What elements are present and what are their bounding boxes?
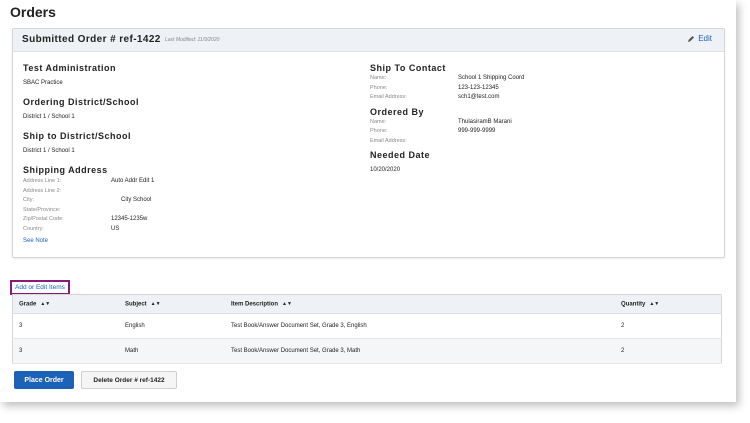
ordering-heading: Ordering District/School xyxy=(23,97,140,107)
needed-date-heading: Needed Date xyxy=(370,150,431,160)
order-details-left: Test Administration SBAC Practice Orderi… xyxy=(23,63,353,254)
cell-subject: English xyxy=(119,313,225,339)
page-title: Orders xyxy=(10,4,56,20)
contact-phone: Phone: 123-123-12345 xyxy=(370,84,499,91)
edit-label: Edit xyxy=(698,34,712,43)
add-edit-items-link[interactable]: Add or Edit Items xyxy=(10,280,70,295)
cell-grade: 3 xyxy=(12,313,119,339)
cell-subject: Math xyxy=(119,338,225,364)
needed-date-value: 10/20/2020 xyxy=(370,167,401,173)
delete-order-button[interactable]: Delete Order # ref-1422 xyxy=(81,371,177,389)
order-title: Submitted Order # ref-1422 xyxy=(22,34,161,45)
ordering-value: District 1 / School 1 xyxy=(23,114,75,120)
ordered-by-heading: Ordered By xyxy=(370,106,425,117)
place-order-button[interactable]: Place Order xyxy=(14,371,74,389)
ship-to-contact-section: Ship To Contact Name: School 1 Shipping … xyxy=(370,63,710,103)
shipping-address-heading: Shipping Address xyxy=(23,165,108,175)
ship-to-value: District 1 / School 1 xyxy=(23,148,75,154)
test-admin-section: Test Administration SBAC Practice xyxy=(23,63,353,87)
address-line-1: Address Line 1: Auto Addr Edit 1 xyxy=(23,178,155,184)
address-line-2: Address Line 2: xyxy=(23,187,62,194)
ordered-by-email: Email Address: xyxy=(370,137,407,144)
cell-grade: 3 xyxy=(12,338,119,364)
items-table: Grade ▲▼ Subject ▲▼ Item Description ▲▼ Qua… xyxy=(12,294,722,364)
ordered-by-section: Ordered By Name: ThulasiramB Marani Phon… xyxy=(370,107,710,147)
ordering-section: Ordering District/School District 1 / Sc… xyxy=(23,97,353,121)
order-card: Submitted Order # ref-1422 Last Modified… xyxy=(12,28,725,258)
ordered-by-phone: Phone: 999-999-9999 xyxy=(370,128,496,134)
table-header-row: Grade ▲▼ Subject ▲▼ Item Description ▲▼ Qua… xyxy=(12,294,722,314)
state-province: State/Province: xyxy=(23,206,61,213)
ship-to-heading: Ship to District/School xyxy=(23,131,132,141)
cell-item-description: Test Book/Answer Document Set, Grade 3, … xyxy=(225,338,615,364)
cell-item-description: Test Book/Answer Document Set, Grade 3, … xyxy=(225,313,615,339)
column-header-subject[interactable]: Subject ▲▼ xyxy=(119,294,225,314)
contact-name: Name: School 1 Shipping Coord xyxy=(370,75,525,81)
card-header: Submitted Order # ref-1422 Last Modified… xyxy=(13,29,724,52)
needed-date-section: Needed Date 10/20/2020 xyxy=(370,150,710,174)
cell-quantity: 2 xyxy=(615,338,722,364)
shipping-address-section: Shipping Address Address Line 1: Auto Ad… xyxy=(23,165,353,244)
ship-to-section: Ship to District/School District 1 / Sch… xyxy=(23,131,353,155)
table-row: 3 Math Test Book/Answer Document Set, Gr… xyxy=(12,338,722,364)
country: Country: US xyxy=(23,225,120,232)
order-details-right: Ship To Contact Name: School 1 Shipping … xyxy=(370,63,710,184)
column-header-grade[interactable]: Grade ▲▼ xyxy=(12,294,119,314)
sort-icon: ▲▼ xyxy=(282,300,292,307)
sort-icon: ▲▼ xyxy=(150,300,161,307)
zip-postal-code: Zip/Postal Code: 12345-1235w xyxy=(23,216,148,222)
ordered-by-name: Name: ThulasiramB Marani xyxy=(370,118,512,125)
column-header-quantity[interactable]: Quantity ▲▼ xyxy=(615,294,722,314)
last-modified: Last Modified: 11/9/2020 xyxy=(165,37,220,43)
cell-quantity: 2 xyxy=(615,313,722,339)
see-note-link[interactable]: See Note xyxy=(23,238,353,244)
ship-to-contact-heading: Ship To Contact xyxy=(370,63,446,73)
contact-email: Email Address: sch1@test.com xyxy=(370,94,500,100)
column-header-item-description[interactable]: Item Description ▲▼ xyxy=(225,294,615,314)
test-admin-value: SBAC Practice xyxy=(23,80,63,86)
table-row: 3 English Test Book/Answer Document Set,… xyxy=(12,313,722,339)
edit-link[interactable]: Edit xyxy=(687,34,712,43)
test-admin-heading: Test Administration xyxy=(23,63,117,73)
city: City: City School xyxy=(23,197,152,203)
pencil-icon xyxy=(688,35,695,42)
app-frame: Orders Submitted Order # ref-1422 Last M… xyxy=(0,0,736,402)
sort-icon: ▲▼ xyxy=(40,300,51,307)
sort-icon: ▲▼ xyxy=(649,300,660,307)
